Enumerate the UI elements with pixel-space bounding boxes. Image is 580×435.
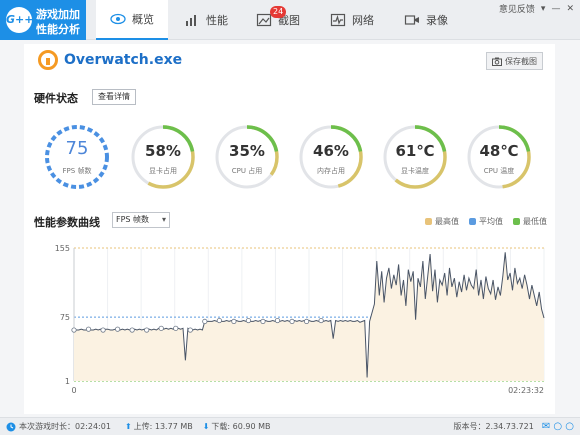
gauge-label: CPU 占用 — [231, 167, 263, 175]
fps-point — [274, 317, 281, 324]
version-number: 版本号：2.34.73.721 — [453, 422, 534, 431]
overview-panel: Overwatch.exe 保存截图 硬件状态 查看详情 75 FPS 帧数 58%… — [24, 44, 555, 414]
gauge-value: 46% — [313, 142, 349, 160]
tab-overview[interactable]: 概览 — [96, 0, 168, 40]
fps-point — [260, 318, 266, 325]
tab-screenshot[interactable]: 截图 24 — [256, 0, 300, 40]
fps-point — [100, 327, 106, 333]
legend-max-label: 最高值 — [435, 217, 459, 226]
gauge-value: 35% — [229, 142, 265, 160]
gauge-4: 61℃ 显卡温度 — [382, 124, 448, 190]
clock-icon — [6, 422, 16, 431]
fps-point — [202, 318, 208, 325]
tab-network[interactable]: 网络 — [330, 0, 374, 40]
gauge-2: 35% CPU 占用 — [214, 124, 280, 190]
tab-performance[interactable]: 性能 — [184, 0, 228, 40]
upload-arrow-icon: ⬆ — [124, 422, 132, 431]
fps-point — [85, 326, 92, 332]
gauge-0: 75 FPS 帧数 — [44, 124, 110, 190]
gauge-label: 内存占用 — [317, 167, 345, 175]
tab-recording[interactable]: 录像 — [404, 0, 448, 40]
share-icon[interactable]: ✉ ○ ○ — [542, 421, 574, 432]
window-controls: 意见反馈 ▾ — ✕ — [499, 2, 574, 16]
legend-min: 最低值 — [513, 216, 547, 227]
tab-network-label: 网络 — [352, 14, 374, 27]
gauge-value: 61℃ — [395, 142, 435, 160]
camera-icon — [492, 57, 502, 66]
gauge-label: 显卡占用 — [149, 167, 177, 175]
y-tick-label: 75 — [60, 313, 70, 322]
legend-avg: 平均值 — [469, 216, 503, 227]
y-tick-label: 1 — [65, 377, 70, 386]
download-amount: 下载: 60.90 MB — [211, 422, 271, 431]
top-bar: G++ 游戏加加 性能分析 概览 性能 截图 24 网络 录像 意见反馈 ▾ —… — [0, 0, 580, 40]
fps-point — [144, 327, 150, 333]
gauge-label: CPU 温度 — [483, 167, 515, 175]
fps-chart: 155 75 1 0 02:23:32 — [32, 238, 552, 403]
tab-recording-label: 录像 — [426, 14, 448, 27]
gauge-5: 48℃ CPU 温度 — [466, 124, 532, 190]
fps-point — [318, 317, 324, 324]
hardware-status-title: 硬件状态 — [34, 92, 78, 105]
feedback-link[interactable]: 意见反馈 — [499, 2, 535, 15]
screenshot-count-badge: 24 — [270, 6, 287, 18]
app-header: Overwatch.exe — [38, 50, 182, 70]
gauge-value: 48℃ — [479, 142, 519, 160]
fps-point — [158, 325, 164, 331]
performance-curve-title: 性能参数曲线 — [34, 216, 100, 229]
brand-logo: G++ — [6, 7, 33, 33]
view-details-button[interactable]: 查看详情 — [92, 89, 136, 105]
fps-point — [115, 326, 121, 332]
fps-point — [71, 327, 77, 333]
legend-min-label: 最低值 — [523, 217, 547, 226]
fps-point — [231, 318, 237, 325]
gauge-3: 46% 内存占用 — [298, 124, 364, 190]
gauge-label: 显卡温度 — [401, 167, 429, 175]
fps-point — [245, 317, 252, 324]
fps-point — [187, 327, 193, 333]
x-end-label: 02:23:32 — [508, 386, 544, 395]
network-pulse-icon — [330, 13, 346, 27]
minimize-icon[interactable]: — — [551, 4, 560, 14]
brand: G++ 游戏加加 性能分析 — [0, 0, 86, 40]
brand-subtitle: 性能分析 — [36, 23, 80, 36]
tab-overview-label: 概览 — [132, 13, 154, 26]
overwatch-logo-icon — [38, 50, 58, 70]
chart-legend: 最高值 平均值 最低值 — [425, 216, 547, 227]
session-duration: 本次游戏时长：02:24:01 — [19, 422, 111, 431]
video-icon — [404, 15, 419, 25]
y-tick-label: 155 — [55, 244, 70, 253]
legend-avg-label: 平均值 — [479, 217, 503, 226]
gauge-1: 58% 显卡占用 — [130, 124, 196, 190]
download-arrow-icon: ⬇ — [202, 422, 210, 431]
fps-point — [173, 325, 179, 331]
gauge-value: 75 — [65, 138, 89, 159]
tab-performance-label: 性能 — [206, 14, 228, 27]
bar-chart-icon — [186, 15, 196, 26]
app-name: Overwatch.exe — [64, 52, 183, 68]
legend-max: 最高值 — [425, 216, 459, 227]
gauge-value: 58% — [145, 142, 181, 160]
fps-point — [129, 327, 135, 333]
dropdown-icon[interactable]: ▾ — [541, 4, 546, 14]
gauge-label: FPS 帧数 — [62, 167, 92, 175]
metric-selector[interactable]: FPS 帧数 — [112, 212, 170, 228]
close-icon[interactable]: ✕ — [566, 4, 574, 14]
x-start-label: 0 — [71, 386, 76, 395]
fps-point — [303, 318, 310, 325]
save-screenshot-button[interactable]: 保存截图 — [486, 52, 543, 70]
fps-point — [216, 317, 222, 324]
status-bar: 本次游戏时长：02:24:01 ⬆ 上传: 13.77 MB ⬇ 下载: 60.… — [0, 417, 580, 435]
save-screenshot-label: 保存截图 — [505, 56, 537, 66]
brand-title: 游戏加加 — [36, 8, 80, 21]
eye-icon — [110, 13, 126, 25]
fps-point — [289, 318, 295, 325]
upload-amount: 上传: 13.77 MB — [133, 422, 193, 431]
fps-chart-svg: 155 75 10 02:23:32 — [55, 244, 545, 395]
